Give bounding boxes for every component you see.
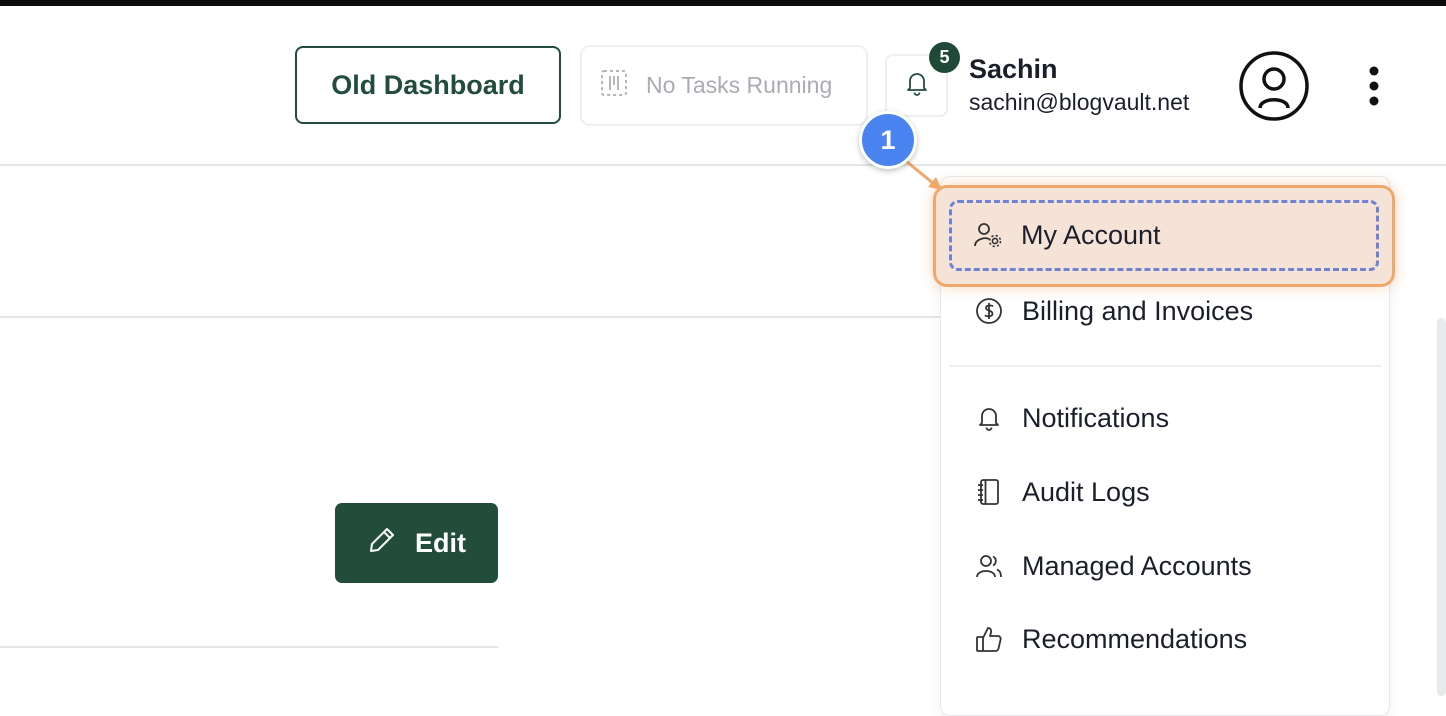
- menu-item-audit-logs[interactable]: Audit Logs: [941, 464, 1391, 520]
- more-options-button[interactable]: [1361, 64, 1387, 108]
- user-email: sachin@blogvault.net: [969, 89, 1190, 115]
- menu-item-managed-accounts[interactable]: Managed Accounts: [941, 538, 1391, 594]
- old-dashboard-button[interactable]: Old Dashboard: [295, 46, 561, 124]
- user-gear-icon: [973, 220, 1003, 250]
- edit-label: Edit: [415, 527, 466, 558]
- dollar-circle-icon: [974, 296, 1004, 326]
- menu-item-label: Recommendations: [1022, 623, 1248, 654]
- menu-item-billing[interactable]: Billing and Invoices: [941, 283, 1391, 339]
- menu-item-my-account[interactable]: My Account: [940, 207, 1390, 263]
- tasks-status[interactable]: No Tasks Running: [580, 45, 868, 126]
- avatar[interactable]: [1238, 50, 1310, 122]
- tasks-label: No Tasks Running: [646, 72, 833, 98]
- thumbs-up-icon: [974, 624, 1004, 654]
- bell-icon: [974, 403, 1004, 433]
- notification-count-badge: 5: [929, 42, 960, 73]
- old-dashboard-label: Old Dashboard: [331, 69, 525, 100]
- menu-item-label: Notifications: [1022, 402, 1170, 433]
- bell-icon: [902, 68, 932, 103]
- menu-item-label: Managed Accounts: [1022, 550, 1252, 581]
- menu-item-label: Audit Logs: [1022, 476, 1150, 507]
- menu-item-label: My Account: [1021, 219, 1161, 250]
- content-divider: [0, 646, 498, 648]
- user-avatar-icon: [1239, 51, 1309, 121]
- step-number-badge: 1: [859, 111, 917, 169]
- header-divider: [0, 164, 1446, 166]
- scrollbar[interactable]: [1437, 318, 1446, 696]
- menu-item-label: Billing and Invoices: [1022, 295, 1254, 326]
- users-icon: [974, 551, 1004, 581]
- menu-item-notifications[interactable]: Notifications: [941, 390, 1391, 446]
- window-top-border: [0, 0, 1446, 6]
- menu-item-recommendations[interactable]: Recommendations: [941, 611, 1391, 667]
- notebook-icon: [974, 477, 1004, 507]
- menu-divider: [949, 365, 1381, 367]
- section-divider: [0, 316, 940, 318]
- pencil-icon: [367, 525, 397, 562]
- user-name: Sachin: [969, 54, 1058, 84]
- kebab-menu-icon: [1369, 66, 1379, 106]
- edit-button[interactable]: Edit: [335, 503, 498, 583]
- tasks-icon: [600, 69, 628, 103]
